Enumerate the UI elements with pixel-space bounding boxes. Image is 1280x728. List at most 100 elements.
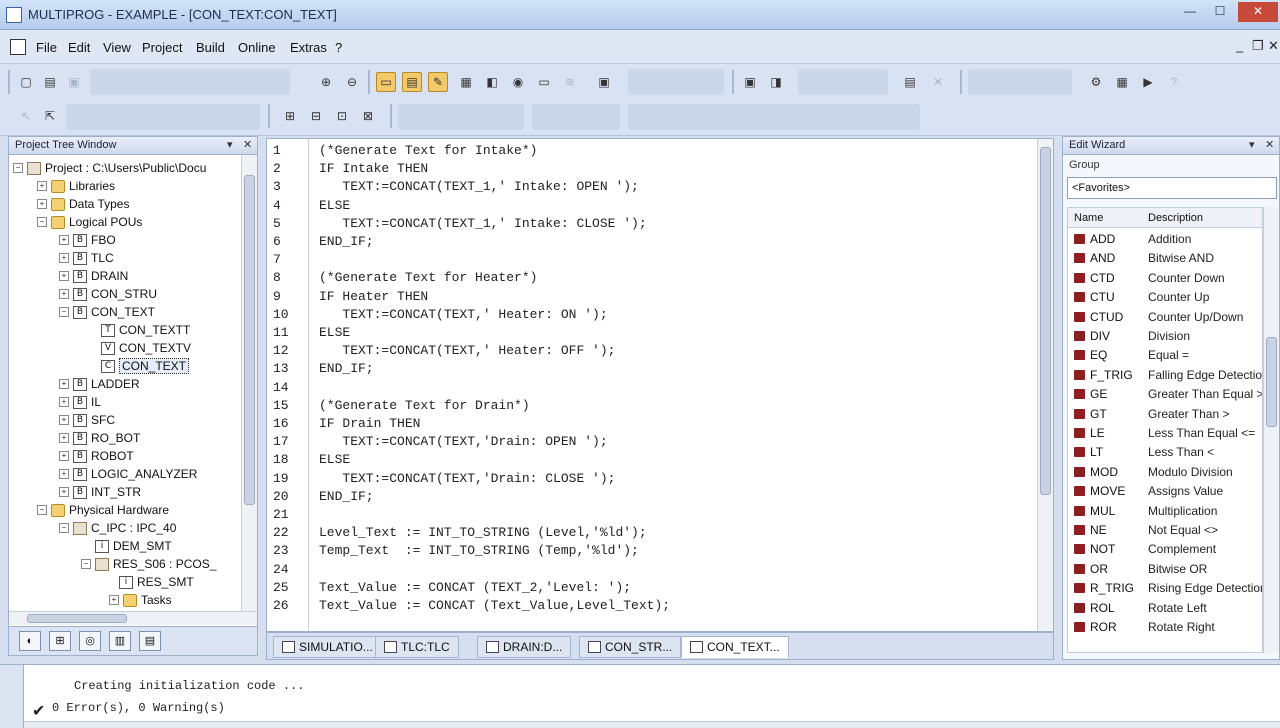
mdi-restore-button[interactable]: ❐ xyxy=(1252,38,1264,54)
split-view-icon[interactable]: ▤ xyxy=(402,72,422,92)
run-icon[interactable]: ▶ xyxy=(1138,72,1158,92)
save-icon[interactable]: ▣ xyxy=(64,72,84,92)
code-line[interactable]: IF Drain THEN xyxy=(319,416,420,431)
collapse-icon[interactable]: − xyxy=(81,559,91,569)
select-icon[interactable]: ⇱ xyxy=(40,106,60,126)
expand-icon[interactable]: + xyxy=(59,397,69,407)
tree-item-pou[interactable]: + B IL xyxy=(59,393,101,411)
block-icon[interactable]: ⊟ xyxy=(306,106,326,126)
function-row[interactable]: LT Less Than < xyxy=(1068,443,1262,462)
open-file-icon[interactable]: ▤ xyxy=(40,72,60,92)
tree-item-pou[interactable]: + B CON_STRU xyxy=(59,285,157,303)
tab-variables-icon[interactable]: ▤ xyxy=(139,631,161,651)
tree-item-pou[interactable]: + B FBO xyxy=(59,231,116,249)
menu-help[interactable]: ? xyxy=(335,40,342,55)
collapse-icon[interactable]: − xyxy=(59,307,69,317)
function-row[interactable]: GE Greater Than Equal >= xyxy=(1068,385,1262,404)
function-row[interactable]: GT Greater Than > xyxy=(1068,405,1262,424)
collapse-icon[interactable]: − xyxy=(37,217,47,227)
help-icon[interactable]: ? xyxy=(1164,72,1184,92)
code-line[interactable]: ELSE xyxy=(319,325,350,340)
column-name[interactable]: Name xyxy=(1074,212,1103,224)
collapse-icon[interactable]: − xyxy=(59,523,69,533)
code-line[interactable]: IF Heater THEN xyxy=(319,289,428,304)
tree-item-logical-pous[interactable]: − Logical POUs xyxy=(37,213,142,231)
function-row[interactable]: LE Less Than Equal <= xyxy=(1068,424,1262,443)
menu-extras[interactable]: Extras xyxy=(290,40,327,55)
function-row[interactable]: AND Bitwise AND xyxy=(1068,249,1262,268)
function-row[interactable]: CTD Counter Down xyxy=(1068,269,1262,288)
insert-icon[interactable]: ⊞ xyxy=(280,106,300,126)
code-line[interactable]: Text_Value := CONCAT (Text_Value,Level_T… xyxy=(319,598,670,613)
function-row[interactable]: CTU Counter Up xyxy=(1068,288,1262,307)
tree-item-pou[interactable]: + B DRAIN xyxy=(59,267,128,285)
tree-vertical-scrollbar[interactable] xyxy=(241,155,257,611)
tree-item-pou[interactable]: + B RO_BOT xyxy=(59,429,140,447)
window-icon[interactable]: ▦ xyxy=(456,72,476,92)
layout-view-icon[interactable]: ▭ xyxy=(376,72,396,92)
column-description[interactable]: Description xyxy=(1148,212,1203,224)
function-row[interactable]: ROL Rotate Left xyxy=(1068,599,1262,618)
tree-item-pou[interactable]: + B ROBOT xyxy=(59,447,134,465)
maximize-button[interactable]: ☐ xyxy=(1206,2,1234,22)
grid-icon[interactable]: ▦ xyxy=(1112,72,1132,92)
tree-item-data-types[interactable]: + Data Types xyxy=(37,195,129,213)
function-row[interactable]: DIV Division xyxy=(1068,327,1262,346)
tree-item-tasks[interactable]: + Tasks xyxy=(109,591,172,609)
menu-edit[interactable]: Edit xyxy=(68,40,90,55)
tree-item-worksheet[interactable]: T CON_TEXTT xyxy=(101,321,190,339)
scrollbar-thumb[interactable] xyxy=(27,614,127,623)
collapse-icon[interactable]: − xyxy=(13,163,23,173)
code-line[interactable]: (*Generate Text for Intake*) xyxy=(319,143,537,158)
tab-con-stru[interactable]: CON_STR... xyxy=(579,636,682,658)
code-editor[interactable]: 1 (*Generate Text for Intake*) 2 IF Intake … xyxy=(266,138,1054,632)
settings-icon[interactable]: ⚙ xyxy=(1086,72,1106,92)
collapse-icon[interactable]: − xyxy=(37,505,47,515)
online-icon[interactable]: ◨ xyxy=(766,72,786,92)
function-row[interactable]: MUL Multiplication xyxy=(1068,502,1262,521)
function-row[interactable]: F_TRIG Falling Edge Detection xyxy=(1068,366,1262,385)
scrollbar-thumb[interactable] xyxy=(1040,147,1051,495)
tab-instances-icon[interactable]: ⊞ xyxy=(49,631,71,651)
code-line[interactable]: TEXT:=CONCAT(TEXT,' Heater: ON '); xyxy=(319,307,607,322)
tree-horizontal-scrollbar[interactable] xyxy=(9,611,257,625)
tree-item-resource[interactable]: − RES_S06 : PCOS_ xyxy=(81,555,216,573)
menu-view[interactable]: View xyxy=(103,40,131,55)
bookmark-icon[interactable]: ◧ xyxy=(482,72,502,92)
pointer-tool-icon[interactable]: ↖ xyxy=(16,106,36,126)
expand-icon[interactable]: + xyxy=(59,253,69,263)
code-line[interactable]: (*Generate Text for Drain*) xyxy=(319,398,530,413)
expand-icon[interactable]: + xyxy=(59,271,69,281)
tab-tlc[interactable]: TLC:TLC xyxy=(375,636,459,658)
tree-item-physical-hardware[interactable]: − Physical Hardware xyxy=(37,501,169,519)
pin-icon[interactable]: ▾ xyxy=(1249,138,1255,151)
menu-build[interactable]: Build xyxy=(196,40,225,55)
code-line[interactable]: TEXT:=CONCAT(TEXT_1,' Intake: OPEN '); xyxy=(319,179,638,194)
code-line[interactable]: TEXT:=CONCAT(TEXT_1,' Intake: CLOSE '); xyxy=(319,216,646,231)
monitor-icon[interactable]: ▭ xyxy=(534,72,554,92)
code-line[interactable]: Level_Text := INT_TO_STRING (Level,'%ld'… xyxy=(319,525,647,540)
contact-icon[interactable]: ⊡ xyxy=(332,106,352,126)
panel-close-icon[interactable]: ✕ xyxy=(1265,138,1274,151)
expand-icon[interactable]: + xyxy=(109,595,119,605)
scrollbar-thumb[interactable] xyxy=(1266,337,1277,427)
function-row[interactable]: R_TRIG Rising Edge Detection xyxy=(1068,579,1262,598)
tree-item-worksheet-selected[interactable]: C CON_TEXT xyxy=(101,357,190,375)
function-row[interactable]: ROR Rotate Right xyxy=(1068,618,1262,637)
editor-vertical-scrollbar[interactable] xyxy=(1037,139,1053,631)
code-line[interactable]: TEXT:=CONCAT(TEXT,' Heater: OFF '); xyxy=(319,343,615,358)
code-line[interactable]: ELSE xyxy=(319,452,350,467)
tab-con-text[interactable]: CON_TEXT... xyxy=(681,636,789,658)
coil-icon[interactable]: ⊠ xyxy=(358,106,378,126)
compile-icon[interactable]: ▤ xyxy=(900,72,920,92)
debug-icon[interactable]: ▣ xyxy=(740,72,760,92)
function-row[interactable]: MOD Modulo Division xyxy=(1068,463,1262,482)
tree-item-pou[interactable]: + B LOGIC_ANALYZER xyxy=(59,465,197,483)
wizard-vertical-scrollbar[interactable] xyxy=(1263,207,1279,653)
code-line[interactable]: END_IF; xyxy=(319,361,374,376)
tab-drain[interactable]: DRAIN:D... xyxy=(477,636,572,658)
globe-icon[interactable]: ◉ xyxy=(508,72,528,92)
expand-icon[interactable]: + xyxy=(59,451,69,461)
minimize-button[interactable]: — xyxy=(1176,2,1204,22)
code-line[interactable]: ELSE xyxy=(319,198,350,213)
